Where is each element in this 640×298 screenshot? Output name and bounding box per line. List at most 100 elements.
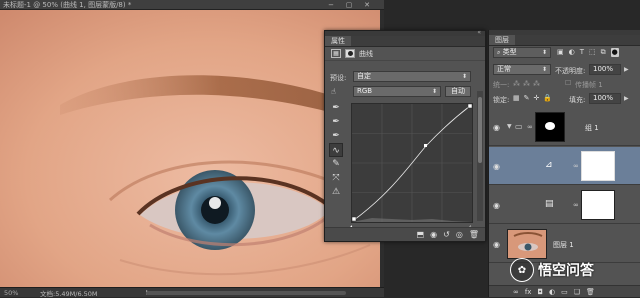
new-layer-icon[interactable]: ❏	[574, 288, 580, 296]
layer-row-curves-selected[interactable]: ◉ ⊿ ∞	[489, 147, 640, 185]
properties-panel: « 属性 ▦ 曲线 预设: 自定 ⬍ ☝ RGB ⬍ 自动 ✒ ✒ ✒ ∿ ✎ ⤧ …	[324, 29, 486, 242]
opacity-input[interactable]: 100%	[589, 64, 621, 75]
clipping-warning-icon[interactable]: ⚠	[329, 185, 343, 199]
lock-position-icon[interactable]: ✛	[534, 94, 540, 102]
unify-label: 统一:	[493, 81, 510, 89]
properties-footer: ⬒ ◉ ↺ ◎ 🗑	[325, 227, 485, 241]
fill-label: 填充:	[569, 96, 586, 104]
shape-filter-icon[interactable]: ⬚	[589, 48, 596, 57]
opacity-dropdown-icon[interactable]: ▶	[624, 66, 629, 73]
folder-icon[interactable]: ▭	[561, 288, 568, 296]
visibility-eye-icon[interactable]: ◉	[493, 201, 500, 210]
layers-panel: 图层 ⌕ 类型 ⬍ ▣ ◐ T ⬚ ⧉ ● 正常 ⬍ 不透明度: 100% ▶ 统一…	[488, 30, 640, 297]
unify-icons[interactable]: ⁂⁂⁂	[513, 80, 543, 88]
watermark-text: 悟空问答	[538, 263, 594, 279]
curve-point-mid	[424, 144, 427, 147]
layer-row-group[interactable]: ◉ ▼ ▭ ∞ 组 1	[489, 108, 640, 146]
collapse-icon[interactable]: «	[477, 29, 481, 36]
chain-link-icon[interactable]: ∞	[573, 201, 579, 209]
tab-layers[interactable]: 图层	[489, 35, 515, 45]
trash-icon[interactable]: 🗑	[586, 288, 595, 296]
chain-link-icon[interactable]: ∞	[527, 123, 533, 131]
group-mask-thumbnail[interactable]	[535, 112, 565, 142]
visibility-eye-icon[interactable]: ◉	[493, 162, 500, 171]
adjustment-layer-icon: ▦	[331, 49, 341, 58]
filter-icons: ▣ ◐ T ⬚ ⧉ ●	[557, 48, 619, 57]
curves-adjustment-icon: ⊿	[545, 160, 553, 170]
clip-icon[interactable]: ⬒	[417, 230, 425, 239]
preset-select[interactable]: 自定 ⬍	[353, 71, 471, 82]
document-title: 未标题-1 @ 50% (曲线 1, 图层蒙版/8) *	[3, 0, 132, 9]
preset-label: 预设:	[330, 74, 347, 82]
eyedropper-gray-icon[interactable]: ✒	[329, 115, 343, 129]
lock-icons: ▦ ✎ ✛ 🔒	[513, 94, 552, 102]
mask-icon[interactable]	[345, 49, 355, 58]
smart-filter-icon[interactable]: ⧉	[601, 48, 606, 57]
channel-select[interactable]: RGB ⬍	[353, 86, 441, 97]
minimize-button[interactable]: −	[324, 0, 338, 10]
lock-all-icon[interactable]: 🔒	[543, 94, 552, 102]
opacity-label: 不透明度:	[555, 67, 586, 75]
filter-toggle-icon[interactable]: ●	[610, 48, 619, 57]
fill-input[interactable]: 100%	[589, 93, 621, 104]
propagate-checkbox[interactable]: ☐	[565, 79, 571, 87]
adjustment-name: 曲线	[359, 49, 373, 58]
smooth-icon[interactable]: ⤧	[329, 171, 343, 185]
levels-adjustment-icon: ▤	[545, 199, 554, 209]
maximize-button[interactable]: ▢	[342, 0, 356, 10]
curves-mask-thumbnail[interactable]	[581, 151, 615, 181]
target-adjust-icon[interactable]: ☝	[331, 87, 336, 96]
curve-edit-icon[interactable]: ∿	[329, 143, 343, 157]
adjustment-icon[interactable]: ◐	[549, 288, 555, 296]
close-button[interactable]: ✕	[360, 0, 374, 10]
eyedropper-black-icon[interactable]: ✒	[329, 101, 343, 115]
eye-toggle-icon[interactable]: ◉	[430, 230, 437, 239]
layer-name[interactable]: 组 1	[585, 123, 599, 133]
eyedropper-white-icon[interactable]: ✒	[329, 129, 343, 143]
horizontal-scrollbar[interactable]	[146, 291, 346, 295]
chain-link-icon[interactable]: ∞	[573, 162, 579, 170]
properties-panel-grip[interactable]: «	[325, 29, 485, 36]
chevron-updown-icon: ⬍	[431, 88, 437, 95]
lock-pixels-icon[interactable]: ✎	[524, 94, 530, 102]
visibility-eye-icon[interactable]: ◉	[493, 240, 500, 249]
chevron-updown-icon: ⬍	[461, 73, 467, 80]
lock-label: 锁定:	[493, 96, 510, 104]
document-size: 文档:5.49M/6.50M	[40, 289, 98, 298]
type-filter-icon[interactable]: T	[580, 48, 584, 57]
eye-photo-image	[0, 10, 380, 287]
watermark: ✿ 悟空问答	[510, 258, 594, 282]
visibility-eye-icon[interactable]: ◉	[493, 123, 500, 132]
fx-icon[interactable]: fx	[525, 288, 532, 296]
fill-dropdown-icon[interactable]: ▶	[624, 95, 629, 102]
blend-mode-select[interactable]: 正常 ⬍	[493, 64, 551, 75]
propagate-label: 传播帧 1	[575, 81, 603, 89]
pixel-filter-icon[interactable]: ▣	[557, 48, 564, 57]
reset-icon[interactable]: ↺	[443, 230, 450, 239]
adjustment-mask-thumbnail[interactable]	[581, 190, 615, 220]
tab-properties[interactable]: 属性	[325, 36, 351, 46]
layer-filter-select[interactable]: ⌕ 类型 ⬍	[493, 47, 551, 58]
auto-button[interactable]: 自动	[445, 86, 471, 97]
curve-point-white	[467, 103, 473, 109]
layer-row-adjustment[interactable]: ◉ ▤ ∞	[489, 186, 640, 224]
visibility-icon[interactable]: ◎	[456, 230, 463, 239]
canvas-photo[interactable]	[0, 10, 380, 287]
trash-icon[interactable]: 🗑	[469, 230, 479, 239]
properties-scrollbar[interactable]	[477, 91, 483, 221]
layers-footer: ∞ fx ◘ ◐ ▭ ❏ 🗑	[489, 285, 640, 297]
link-icon[interactable]: ∞	[513, 288, 519, 296]
zoom-level[interactable]: 50%	[0, 289, 40, 297]
pencil-icon[interactable]: ✎	[329, 157, 343, 171]
search-icon: ⌕	[497, 49, 501, 56]
image-layer-thumbnail[interactable]	[507, 229, 547, 259]
curve-tools: ✒ ✒ ✒ ∿ ✎ ⤧ ⚠	[329, 101, 343, 199]
curve-graph[interactable]	[351, 103, 473, 223]
mask-icon[interactable]: ◘	[537, 288, 543, 296]
expand-triangle-icon[interactable]: ▼	[507, 123, 512, 130]
folder-icon: ▭	[515, 122, 523, 131]
layer-name[interactable]: 图层 1	[553, 240, 574, 250]
adjustment-filter-icon[interactable]: ◐	[569, 48, 575, 57]
lock-transparent-icon[interactable]: ▦	[513, 94, 520, 102]
paw-logo-icon: ✿	[510, 258, 534, 282]
